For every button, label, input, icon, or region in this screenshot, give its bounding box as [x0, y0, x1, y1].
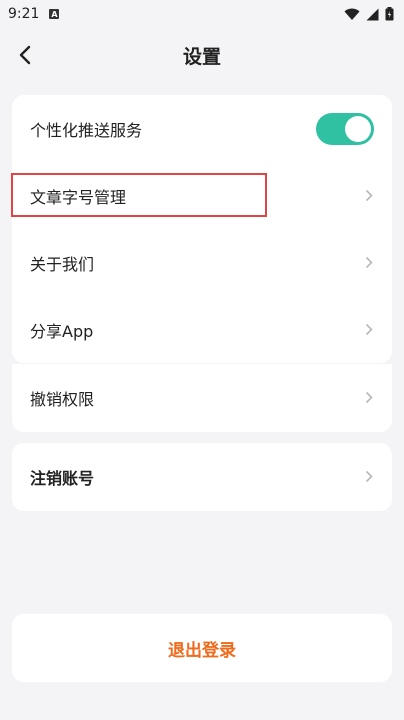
- status-bar: 9:21 A: [0, 0, 404, 28]
- cancel-account-card: 注销账号: [12, 443, 392, 511]
- revoke-permissions-label: 撤销权限: [30, 389, 95, 409]
- push-service-row: 个性化推送服务: [12, 95, 392, 162]
- about-us-row[interactable]: 关于我们: [12, 229, 392, 296]
- chevron-right-icon: [364, 470, 374, 484]
- about-us-label: 关于我们: [30, 254, 95, 274]
- logout-button[interactable]: 退出登录: [12, 614, 392, 682]
- logout-label: 退出登录: [168, 641, 236, 661]
- chevron-right-icon: [364, 189, 374, 203]
- wifi-icon: [344, 8, 360, 20]
- status-right: [344, 7, 394, 21]
- cancel-account-row[interactable]: 注销账号: [12, 443, 392, 510]
- chevron-right-icon: [364, 256, 374, 270]
- battery-icon: [385, 7, 394, 21]
- push-service-label: 个性化推送服务: [30, 120, 143, 140]
- nav-bar: 设置: [0, 30, 404, 82]
- push-service-toggle[interactable]: [316, 112, 374, 145]
- notification-icon: A: [49, 9, 60, 19]
- status-time: 9:21: [8, 6, 40, 22]
- revoke-permissions-row[interactable]: 撤销权限: [12, 364, 392, 431]
- status-left: 9:21 A: [8, 6, 60, 22]
- cancel-account-label: 注销账号: [30, 468, 95, 488]
- font-management-label: 文章字号管理: [30, 187, 127, 207]
- share-app-label: 分享App: [30, 321, 94, 341]
- chevron-right-icon: [364, 391, 374, 405]
- revoke-card: 撤销权限: [12, 364, 392, 432]
- font-management-row[interactable]: 文章字号管理: [12, 162, 392, 229]
- page-title: 设置: [182, 46, 221, 68]
- share-app-row[interactable]: 分享App: [12, 296, 392, 363]
- settings-card: 个性化推送服务 文章字号管理 关于我们 分享App: [12, 95, 392, 363]
- toggle-knob: [345, 115, 371, 142]
- signal-icon: [366, 8, 379, 20]
- chevron-right-icon: [364, 323, 374, 337]
